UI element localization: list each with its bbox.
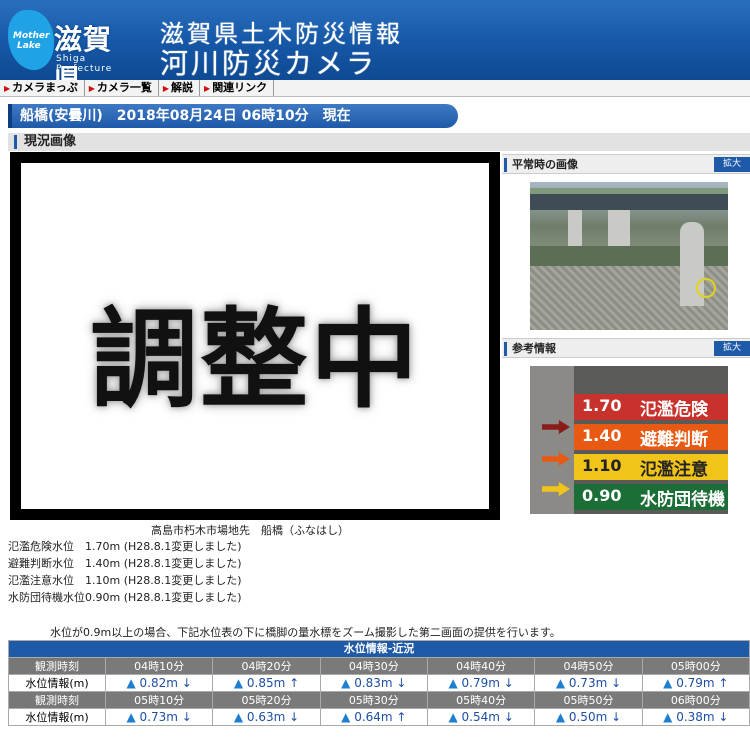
level-value: 0.79m ↑ [676, 676, 729, 690]
water-level-icon: ▲ [126, 676, 140, 690]
logo-badge-text-2: Lake [17, 41, 41, 51]
level-value: 0.54m ↓ [461, 710, 514, 724]
level-band-danger: 1.70 氾濫危険 [574, 394, 728, 420]
water-level-icon: ▲ [341, 710, 355, 724]
level-value: 0.63m ↓ [246, 710, 300, 724]
level-value: 0.38m ↓ [676, 710, 729, 724]
time-cell: 04時40分 [426, 657, 536, 675]
water-level-icon: ▲ [663, 676, 677, 690]
mother-lake-icon: Mother Lake [8, 10, 54, 70]
main-nav: カメラまっぷ カメラ一覧 解説 関連リンク [0, 80, 750, 97]
nav-camera-map[interactable]: カメラまっぷ [0, 80, 85, 96]
water-level-icon: ▲ [126, 710, 140, 724]
table-row: 観測時刻 04時10分 04時20分 04時30分 04時40分 04時50分 … [8, 657, 750, 675]
time-cell: 05時40分 [426, 691, 536, 709]
time-cell: 04時20分 [212, 657, 321, 675]
time-cell: 05時30分 [319, 691, 428, 709]
row-label-time: 観測時刻 [8, 691, 106, 709]
level-value: 0.64m ↑ [354, 710, 407, 724]
water-level-icon: ▲ [555, 676, 569, 690]
level-value: 0.73m ↓ [568, 676, 622, 690]
logo-badge-text-1: Mother [13, 31, 50, 41]
row-label-time: 観測時刻 [8, 657, 106, 675]
water-level-icon: ▲ [233, 710, 247, 724]
site-title-line2: 河川防災カメラ [160, 47, 378, 80]
station-datetime-bar: 船橋(安曇川) 2018年08月24日 06時10分 現在 [8, 104, 458, 128]
level-value: 0.85m ↑ [246, 676, 300, 690]
time-cell: 05時20分 [212, 691, 321, 709]
water-level-icon: ▲ [341, 676, 355, 690]
shiga-logo[interactable]: Mother Lake 滋賀県 Shiga Prefecture [8, 10, 138, 96]
time-cell: 05時50分 [534, 691, 643, 709]
table-caption: 水位情報-近況 [8, 640, 750, 658]
reference-enlarge-button[interactable]: 拡大 [714, 341, 750, 356]
table-row: 水位情報(m) ▲ 0.82m ↓ ▲ 0.85m ↑ ▲ 0.83m ↓ ▲ … [8, 674, 750, 692]
row-label-level: 水位情報(m) [8, 674, 106, 692]
water-level-icon: ▲ [448, 710, 462, 724]
adjusting-text: 調整中 [89, 298, 420, 423]
info-line: 氾濫注意水位 1.10m (H28.8.1変更しました) [8, 574, 242, 587]
nav-related-links[interactable]: 関連リンク [200, 80, 275, 96]
threshold-info: 氾濫危険水位 1.70m (H28.8.1変更しました) 避難判断水位 1.40… [8, 538, 242, 606]
info-line: 水防団待機水位0.90m (H28.8.1変更しました) [8, 591, 242, 604]
time-cell: 04時10分 [104, 657, 214, 675]
normal-image-header: 平常時の画像 拡大 [502, 154, 750, 174]
nav-camera-list[interactable]: カメラ一覧 [85, 80, 159, 96]
logo-subtitle: Shiga Prefecture [56, 54, 113, 74]
water-level-icon: ▲ [663, 710, 677, 724]
level-value: 0.83m ↓ [354, 676, 407, 690]
current-camera-image[interactable]: 調整中 [10, 152, 500, 520]
info-line: 避難判断水位 1.40m (H28.8.1変更しました) [8, 557, 242, 570]
normal-image-enlarge-button[interactable]: 拡大 [714, 157, 750, 172]
water-level-icon: ▲ [555, 710, 569, 724]
second-screen-note: 水位が0.9m以上の場合、下記水位表の下に橋脚の量水標をズーム撮影した第二画面の… [50, 626, 561, 639]
water-level-reference-board[interactable]: 1.70 氾濫危険 1.40 避難判断 1.10 氾濫注意 0.90 水防団待機 [530, 366, 728, 514]
section-title-current-image: 現況画像 [8, 133, 750, 151]
time-cell: 04時50分 [534, 657, 643, 675]
reference-info-title: 参考情報 [512, 342, 556, 355]
table-row: 水位情報(m) ▲ 0.73m ↓ ▲ 0.63m ↓ ▲ 0.64m ↑ ▲ … [8, 708, 750, 726]
info-line: 氾濫危険水位 1.70m (H28.8.1変更しました) [8, 540, 242, 553]
time-cell: 05時00分 [641, 657, 750, 675]
table-row: 観測時刻 05時10分 05時20分 05時30分 05時40分 05時50分 … [8, 691, 750, 709]
time-cell: 04時30分 [319, 657, 428, 675]
level-value: 0.79m ↓ [461, 676, 514, 690]
level-value: 0.73m ↓ [139, 710, 192, 724]
water-level-icon: ▲ [448, 676, 462, 690]
camera-location-caption: 高島市朽木市場地先 船橋（ふなはし） [151, 524, 349, 537]
time-cell: 05時10分 [104, 691, 214, 709]
level-value: 0.50m ↓ [568, 710, 622, 724]
water-level-table: 水位情報-近況 観測時刻 04時10分 04時20分 04時30分 04時40分… [8, 640, 750, 726]
level-band-warning: 1.10 氾濫注意 [574, 454, 728, 480]
nav-explanation[interactable]: 解説 [159, 80, 201, 96]
gauge-marker-circle [696, 278, 716, 298]
normal-image-title: 平常時の画像 [512, 158, 578, 171]
reference-info-header: 参考情報 拡大 [502, 338, 750, 358]
level-band-standby: 0.90 水防団待機 [574, 484, 728, 510]
level-value: 0.82m ↓ [139, 676, 192, 690]
level-band-evacuation: 1.40 避難判断 [574, 424, 728, 450]
site-header: Mother Lake 滋賀県 Shiga Prefecture 滋賀県土木防災… [0, 0, 750, 96]
row-label-level: 水位情報(m) [8, 708, 106, 726]
water-level-icon: ▲ [233, 676, 247, 690]
normal-time-photo[interactable] [530, 182, 728, 330]
time-cell: 06時00分 [641, 691, 750, 709]
